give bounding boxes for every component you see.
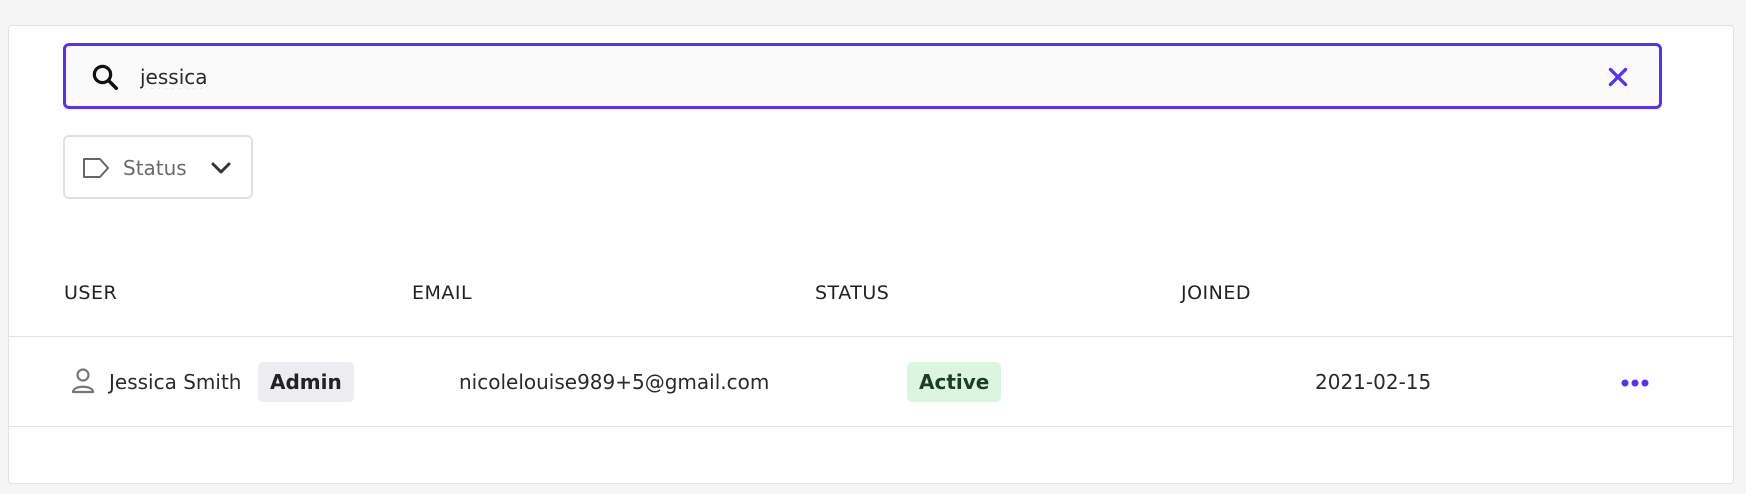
user-icon <box>71 368 95 394</box>
status-filter-label: Status <box>123 156 187 180</box>
column-header-joined[interactable]: JOINED <box>1181 282 1251 304</box>
more-options-icon[interactable] <box>1620 376 1650 390</box>
column-header-user[interactable]: USER <box>64 282 117 304</box>
role-badge: Admin <box>258 362 354 402</box>
row-divider <box>8 426 1734 427</box>
header-divider <box>8 336 1734 337</box>
search-input[interactable] <box>140 60 1560 94</box>
search-box[interactable] <box>63 43 1662 109</box>
status-badge: Active <box>907 362 1002 402</box>
close-icon[interactable] <box>1605 64 1631 90</box>
chevron-down-icon <box>211 162 231 174</box>
column-header-status[interactable]: STATUS <box>815 282 889 304</box>
search-icon <box>92 64 118 90</box>
user-email: nicolelouise989+5@gmail.com <box>459 370 770 394</box>
joined-date: 2021-02-15 <box>1315 370 1432 394</box>
tag-icon <box>83 158 109 178</box>
status-filter-dropdown[interactable]: Status <box>63 135 253 199</box>
column-header-email[interactable]: EMAIL <box>412 282 472 304</box>
user-name: Jessica Smith <box>109 370 242 394</box>
